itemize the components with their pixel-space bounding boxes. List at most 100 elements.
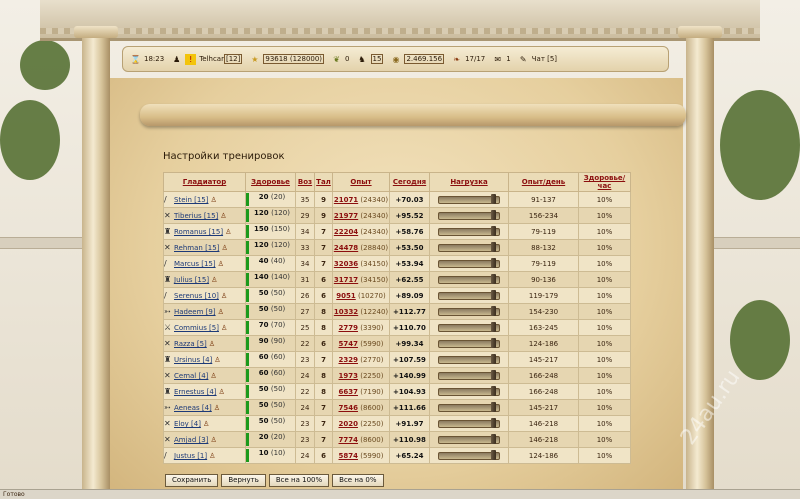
experience-value[interactable]: 32036 <box>334 260 358 268</box>
mail-counter[interactable]: ✉ 1 <box>492 54 510 65</box>
experience-value[interactable]: 2779 <box>339 324 358 332</box>
gladiator-name-link[interactable]: Hadeem [9] <box>174 308 216 316</box>
gladiator-name-link[interactable]: Ernestus [4] <box>174 388 217 396</box>
load-slider-handle[interactable] <box>491 257 496 268</box>
experience-value[interactable]: 21977 <box>334 212 358 220</box>
gladiator-name-link[interactable]: Romanus [15] <box>174 228 223 236</box>
load-slider[interactable] <box>438 401 500 412</box>
gladiator-name-link[interactable]: Ursinus [4] <box>174 356 212 364</box>
load-slider[interactable] <box>438 193 500 204</box>
load-slider[interactable] <box>438 305 500 316</box>
gladiator-name-link[interactable]: Rehman [15] <box>174 244 219 252</box>
load-slider[interactable] <box>438 257 500 268</box>
load-slider-handle[interactable] <box>491 417 496 428</box>
mail-icon[interactable]: ✉ <box>492 54 503 65</box>
equipment-icon[interactable]: ♙ <box>209 452 217 460</box>
col-header-health-per-hour[interactable]: Здоровье/час <box>578 172 631 192</box>
gladiator-name-link[interactable]: Amjad [3] <box>174 436 208 444</box>
equipment-icon[interactable]: ♙ <box>221 292 229 300</box>
col-header-talent[interactable]: Тал <box>314 172 333 192</box>
experience-value[interactable]: 2020 <box>339 420 358 428</box>
equipment-icon[interactable]: ♙ <box>218 308 226 316</box>
col-header-exp-per-day[interactable]: Опыт/день <box>508 172 579 192</box>
load-slider-handle[interactable] <box>491 337 496 348</box>
gladiator-name-link[interactable]: Razza [5] <box>174 340 207 348</box>
chat-link[interactable]: ✎ Чат [5] <box>518 54 557 65</box>
load-slider[interactable] <box>438 337 500 348</box>
load-slider-handle[interactable] <box>491 321 496 332</box>
load-slider[interactable] <box>438 225 500 236</box>
load-slider-handle[interactable] <box>491 433 496 444</box>
load-slider[interactable] <box>438 353 500 364</box>
equipment-icon[interactable]: ♙ <box>220 212 228 220</box>
gladiator-name-link[interactable]: Justus [1] <box>174 452 207 460</box>
load-slider[interactable] <box>438 433 500 444</box>
equipment-icon[interactable]: ♙ <box>203 420 211 428</box>
load-slider-handle[interactable] <box>491 225 496 236</box>
gladiator-name-link[interactable]: Marcus [15] <box>174 260 216 268</box>
load-slider-handle[interactable] <box>491 385 496 396</box>
gladiator-name-link[interactable]: Julius [15] <box>174 276 209 284</box>
load-slider-handle[interactable] <box>491 289 496 300</box>
load-slider[interactable] <box>438 369 500 380</box>
load-slider[interactable] <box>438 449 500 460</box>
col-header-health[interactable]: Здоровье <box>245 172 296 192</box>
load-slider[interactable] <box>438 209 500 220</box>
equipment-icon[interactable]: ♙ <box>210 196 218 204</box>
experience-value[interactable]: 7546 <box>339 404 358 412</box>
experience-value[interactable]: 24478 <box>334 244 358 252</box>
load-slider[interactable] <box>438 273 500 284</box>
player-info[interactable]: ♟! Telhcar [12] <box>171 53 243 65</box>
equipment-icon[interactable]: ♙ <box>210 372 218 380</box>
equipment-icon[interactable]: ♙ <box>225 228 233 236</box>
load-slider-handle[interactable] <box>491 449 496 460</box>
load-slider-handle[interactable] <box>491 193 496 204</box>
all-100-button[interactable]: Все на 100% <box>268 474 330 487</box>
gladiator-name-link[interactable]: Stein [15] <box>174 196 208 204</box>
gladiator-name-link[interactable]: Serenus [10] <box>174 292 219 300</box>
equipment-icon[interactable]: ♙ <box>211 276 219 284</box>
experience-value[interactable]: 6637 <box>339 388 358 396</box>
equipment-icon[interactable]: ♙ <box>210 436 218 444</box>
equipment-icon[interactable]: ♙ <box>221 244 229 252</box>
experience-value[interactable]: 9051 <box>336 292 355 300</box>
equipment-icon[interactable]: ♙ <box>214 404 222 412</box>
equipment-icon[interactable]: ♙ <box>218 260 226 268</box>
experience-value[interactable]: 2329 <box>339 356 358 364</box>
col-header-today[interactable]: Сегодня <box>389 172 430 192</box>
gladiator-name-link[interactable]: Eloy [4] <box>174 420 201 428</box>
load-slider[interactable] <box>438 417 500 428</box>
col-header-gladiator[interactable]: Гладиатор <box>163 172 246 192</box>
equipment-icon[interactable]: ♙ <box>209 340 217 348</box>
experience-value[interactable]: 22204 <box>334 228 358 236</box>
load-slider-handle[interactable] <box>491 401 496 412</box>
load-slider[interactable] <box>438 385 500 396</box>
experience-value[interactable]: 5874 <box>339 452 358 460</box>
experience-value[interactable]: 31717 <box>334 276 358 284</box>
load-slider-handle[interactable] <box>491 369 496 380</box>
revert-button[interactable]: Вернуть <box>221 474 266 487</box>
load-slider[interactable] <box>438 289 500 300</box>
experience-value[interactable]: 1973 <box>339 372 358 380</box>
load-slider-handle[interactable] <box>491 241 496 252</box>
equipment-icon[interactable]: ♙ <box>214 356 222 364</box>
save-button[interactable]: Сохранить <box>165 474 219 487</box>
load-slider[interactable] <box>438 241 500 252</box>
load-slider-handle[interactable] <box>491 273 496 284</box>
load-slider-handle[interactable] <box>491 209 496 220</box>
equipment-icon[interactable]: ♙ <box>219 388 227 396</box>
col-header-experience[interactable]: Опыт <box>332 172 390 192</box>
experience-value[interactable]: 21071 <box>334 196 358 204</box>
gladiator-name-link[interactable]: Commius [5] <box>174 324 219 332</box>
chat-icon[interactable]: ✎ <box>518 54 529 65</box>
col-header-age[interactable]: Воз <box>295 172 315 192</box>
col-header-load[interactable]: Нагрузка <box>429 172 509 192</box>
experience-value[interactable]: 10332 <box>334 308 358 316</box>
experience-value[interactable]: 5747 <box>339 340 358 348</box>
gladiator-name-link[interactable]: Tiberius [15] <box>174 212 218 220</box>
gladiator-name-link[interactable]: Aeneas [4] <box>174 404 212 412</box>
gladiator-name-link[interactable]: Cemal [4] <box>174 372 208 380</box>
all-0-button[interactable]: Все на 0% <box>332 474 384 487</box>
experience-value[interactable]: 7774 <box>339 436 358 444</box>
load-slider-handle[interactable] <box>491 305 496 316</box>
